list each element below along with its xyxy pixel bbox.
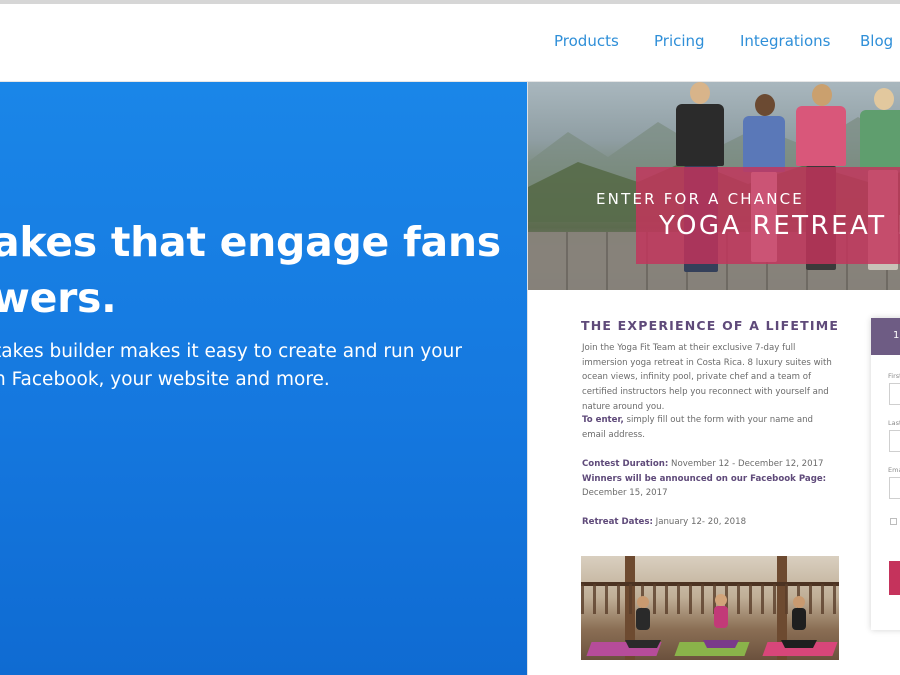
last-name-input[interactable] xyxy=(889,430,900,452)
contest-info-paragraph: Contest Duration: November 12 - December… xyxy=(582,457,832,501)
nav-link-blog[interactable]: Blog xyxy=(860,32,893,50)
section-title: THE EXPERIENCE OF A LIFETIME xyxy=(581,318,840,333)
last-name-label: Last xyxy=(888,419,900,427)
banner-image xyxy=(528,82,900,290)
yogi-figure xyxy=(625,596,661,648)
entry-form-card: 1 First Last Ema xyxy=(871,318,900,630)
hero-headline-line-2: wers. xyxy=(0,274,117,322)
hero-headline: akes that engage fans wers. xyxy=(0,214,512,326)
form-header: 1 xyxy=(871,318,900,355)
hero-section: akes that engage fans wers. takes builde… xyxy=(0,82,527,675)
top-navigation-bar: Products Pricing Integrations Blog xyxy=(0,0,900,82)
hero-subtext-line-1: takes builder makes it easy to create an… xyxy=(0,341,462,362)
first-name-label: First xyxy=(888,372,900,380)
yoga-class-photo xyxy=(581,556,839,660)
form-header-text: 1 xyxy=(893,330,900,341)
hero-headline-line-1: akes that engage fans xyxy=(0,218,501,266)
first-name-input[interactable] xyxy=(889,383,900,405)
yogi-figure xyxy=(703,594,739,648)
nav-link-pricing[interactable]: Pricing xyxy=(654,32,705,50)
consent-checkbox[interactable] xyxy=(890,518,897,525)
banner-title: YOGA RETREAT F xyxy=(659,211,900,241)
email-input[interactable] xyxy=(889,477,900,499)
intro-paragraph: Join the Yoga Fit Team at their exclusiv… xyxy=(582,343,832,412)
hero-subtext-line-2: n Facebook, your website and more. xyxy=(0,369,330,390)
retreat-value: January 12- 20, 2018 xyxy=(652,517,747,527)
email-label: Ema xyxy=(888,466,900,474)
nav-link-integrations[interactable]: Integrations xyxy=(740,32,830,50)
retreat-dates-paragraph: Retreat Dates: January 12- 20, 2018 xyxy=(582,515,832,530)
yogi-figure xyxy=(781,596,817,648)
hero-subtext: takes builder makes it easy to create an… xyxy=(0,338,514,394)
to-enter-paragraph: To enter, simply fill out the form with … xyxy=(582,413,832,442)
sweepstakes-preview: ENTER FOR A CHANCE YOGA RETREAT F THE EX… xyxy=(527,82,900,675)
to-enter-label: To enter, xyxy=(582,415,624,425)
winners-label: Winners will be announced on our Faceboo… xyxy=(582,473,827,484)
duration-label: Contest Duration: xyxy=(582,459,669,469)
nav-link-products[interactable]: Products xyxy=(554,32,619,50)
winners-value: December 15, 2017 xyxy=(582,488,668,499)
banner-eyebrow-text: ENTER FOR A CHANCE xyxy=(596,190,804,208)
retreat-label: Retreat Dates: xyxy=(582,517,653,527)
submit-button[interactable] xyxy=(889,561,900,595)
duration-value: November 12 - December 12, 2017 xyxy=(668,459,824,469)
